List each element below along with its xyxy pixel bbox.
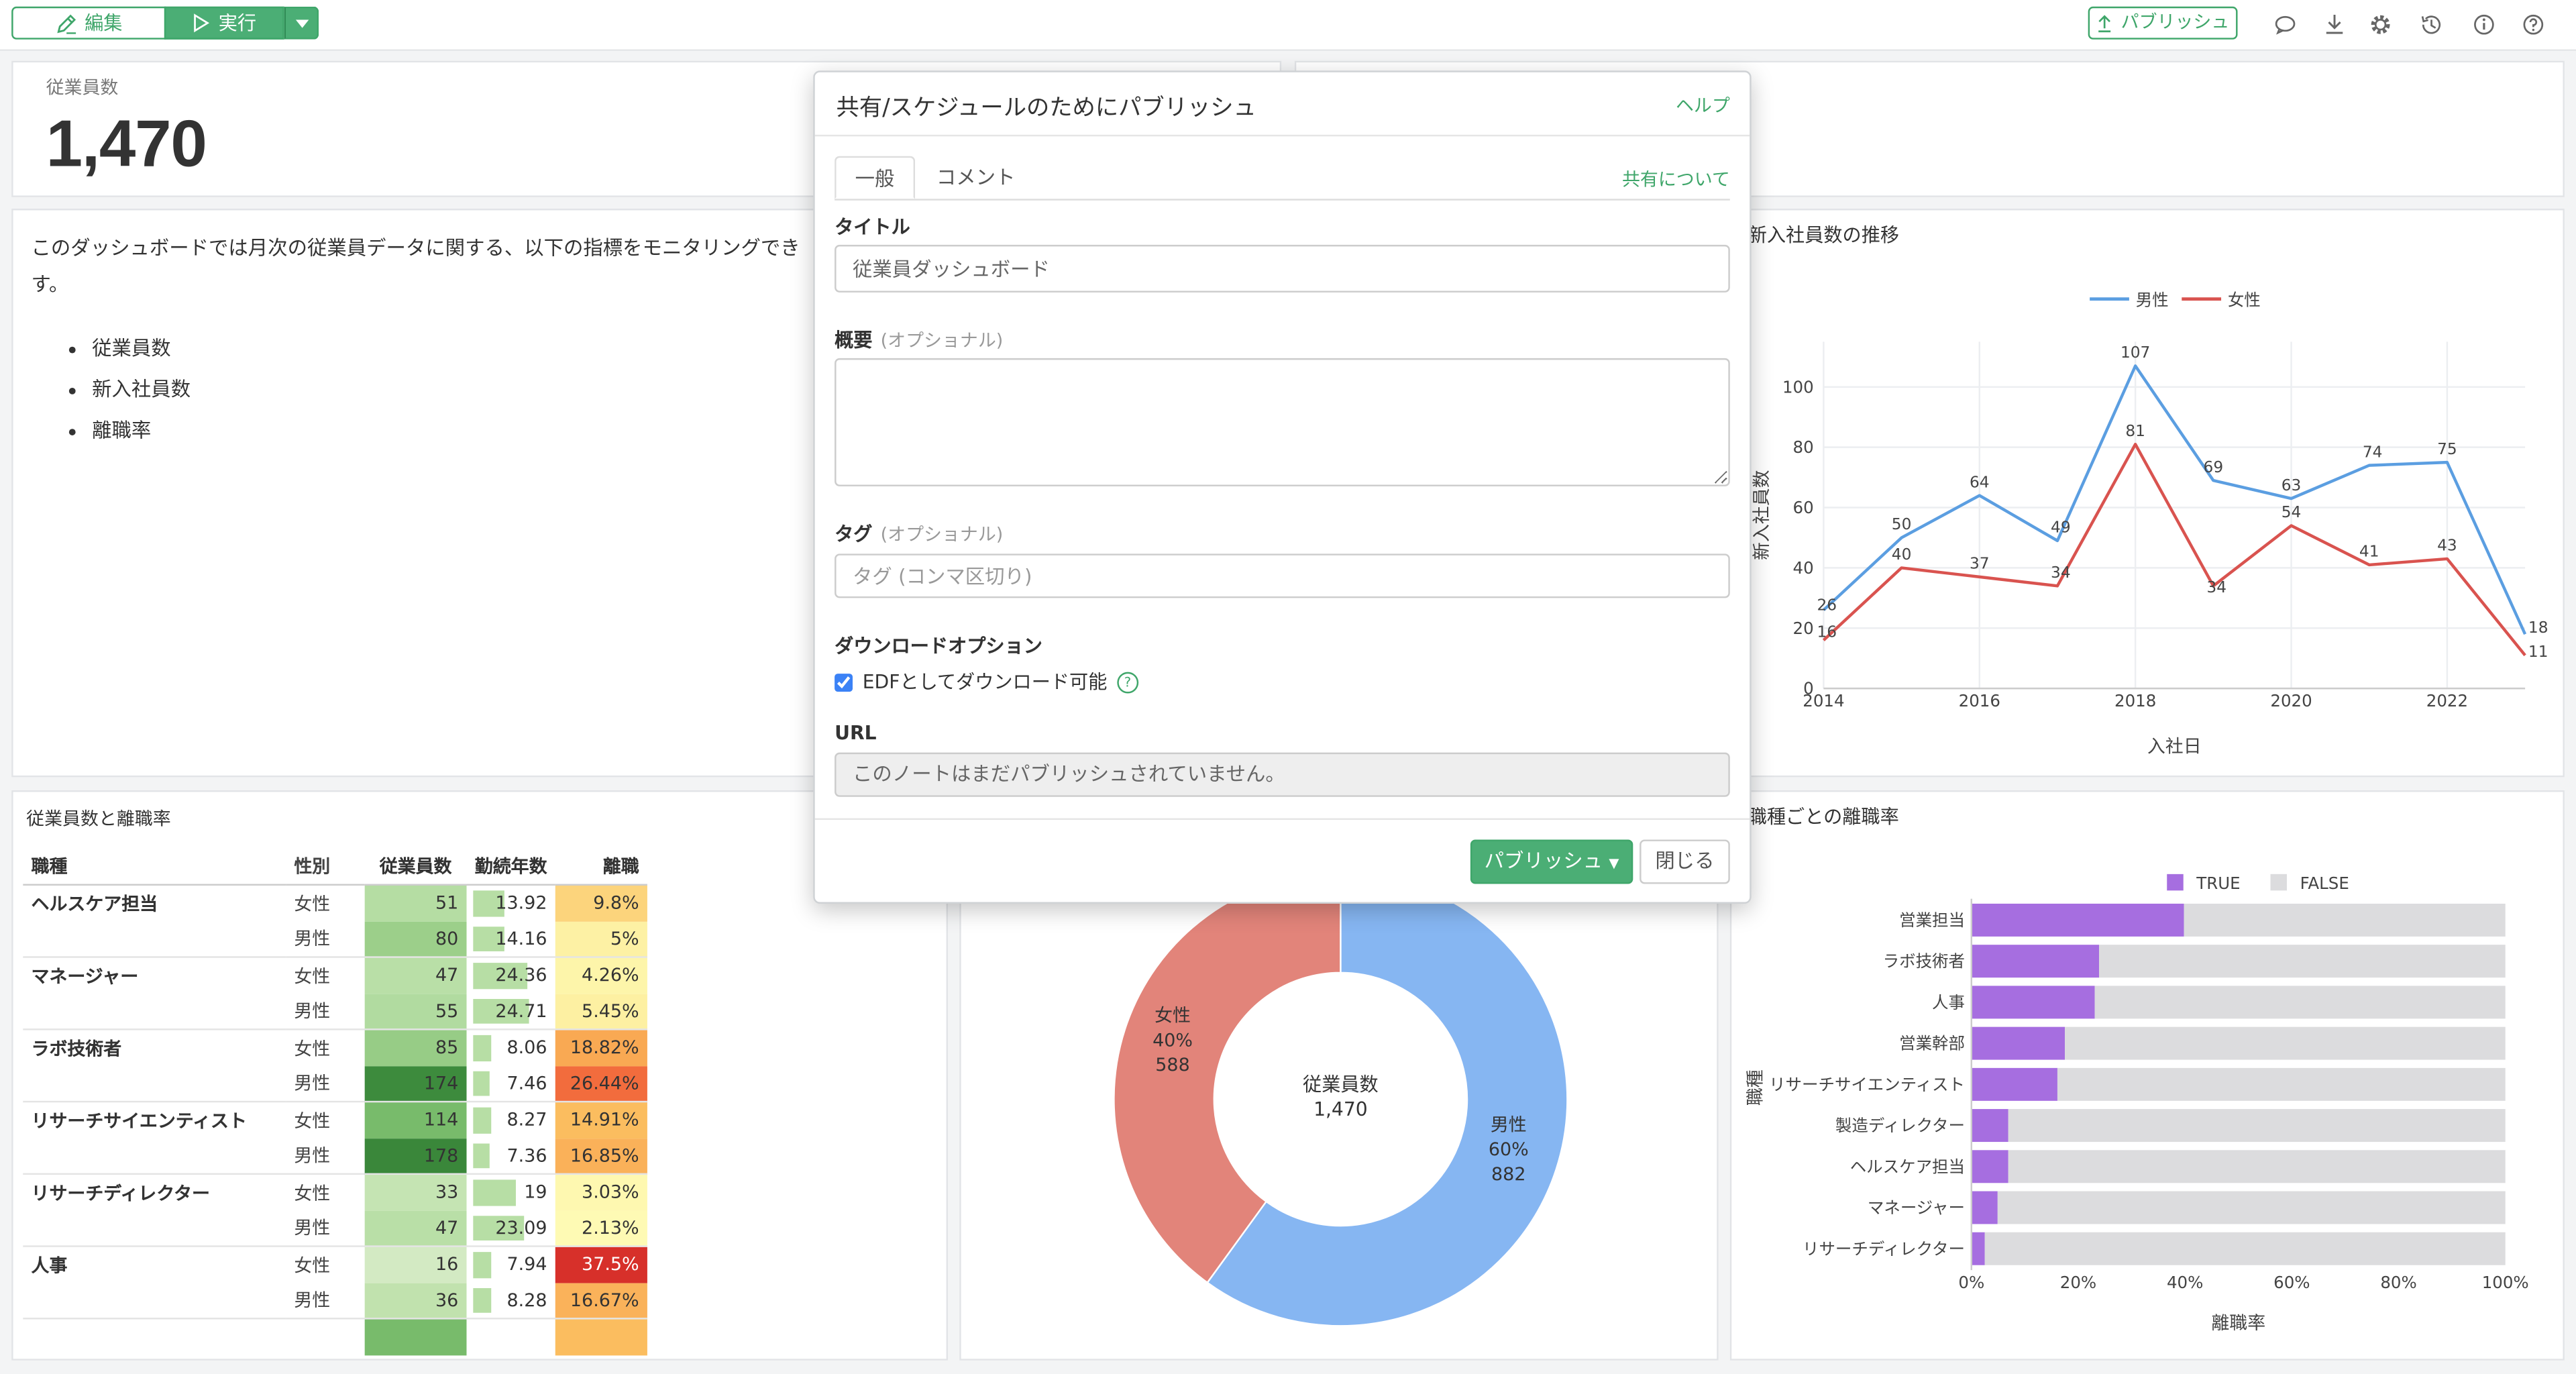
edf-download-option[interactable]: EDFとしてダウンロード可能 ? [835, 669, 1138, 695]
modal-title: 共有/スケジュールのためにパブリッシュ [836, 95, 1256, 122]
summary-textarea[interactable] [835, 358, 1730, 486]
modal-footer-divider [814, 818, 1750, 821]
caret-down-icon: ▼ [1609, 855, 1619, 871]
tag-optional: (オプショナル) [880, 524, 1004, 546]
modal-overlay: 共有/スケジュールのためにパブリッシュ ヘルプ 一般 コメント 共有について タ… [0, 0, 2576, 1373]
download-options-label: ダウンロードオプション [835, 634, 1042, 657]
modal-publish-label: パブリッシュ [1484, 849, 1603, 873]
tab-general[interactable]: 一般 [835, 156, 916, 199]
close-button[interactable]: 閉じる [1640, 839, 1730, 884]
edf-checkbox[interactable] [835, 672, 853, 691]
modal-header-divider [814, 134, 1750, 137]
url-field: このノートはまだパブリッシュされていません。 [835, 752, 1730, 797]
summary-label: 概要 (オプショナル) [835, 327, 1003, 353]
title-input[interactable] [835, 244, 1730, 293]
modal-publish-button[interactable]: パブリッシュ ▼ [1470, 839, 1633, 884]
tag-label: タグ (オプショナル) [835, 521, 1003, 547]
url-label: URL [835, 721, 877, 745]
tab-underline [835, 199, 1730, 201]
edf-label: EDFとしてダウンロード可能 [862, 670, 1108, 694]
summary-optional: (オプショナル) [880, 330, 1004, 352]
title-label: タイトル [835, 215, 910, 239]
about-sharing-link[interactable]: 共有について [1622, 166, 1730, 192]
help-link[interactable]: ヘルプ [1676, 92, 1730, 118]
question-icon[interactable]: ? [1117, 671, 1138, 693]
tag-label-text: タグ [835, 522, 873, 546]
publish-modal: 共有/スケジュールのためにパブリッシュ ヘルプ 一般 コメント 共有について タ… [813, 70, 1752, 904]
tag-input[interactable] [835, 553, 1730, 598]
summary-label-text: 概要 [835, 328, 873, 352]
tab-comment[interactable]: コメント [923, 156, 1028, 199]
